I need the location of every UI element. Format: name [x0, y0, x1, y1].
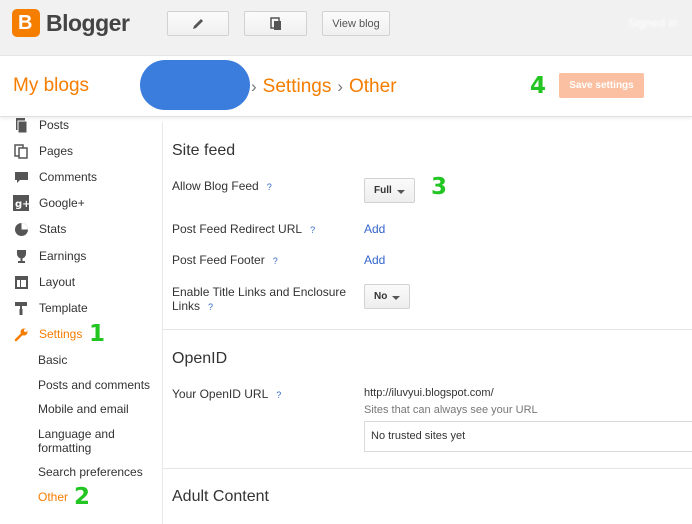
logo-letter: B: [18, 12, 33, 34]
annotation-4: 4: [530, 73, 547, 99]
sidebar-item-label: Template: [39, 301, 88, 315]
sidebar-item-label: Earnings: [39, 249, 87, 263]
allow-blog-feed-value: Full: [374, 185, 392, 196]
sidebar-item-label: Settings: [39, 327, 83, 341]
annotation-2: 2: [74, 484, 91, 510]
breadcrumb-other: Other: [349, 76, 397, 97]
breadcrumb: › Settings › Other: [245, 76, 397, 98]
google-plus-icon: g+: [12, 195, 30, 211]
breadcrumb-separator: ›: [251, 77, 257, 96]
subitem-search-preferences[interactable]: Search preferences: [38, 465, 143, 479]
enclosure-links-text: Enable Title Links and Enclosure Links: [172, 285, 347, 313]
enclosure-links-label: Enable Title Links and Enclosure Links?: [172, 285, 352, 314]
page-header: My blogs › Settings › Other 4 Save settings: [0, 57, 692, 117]
sidebar-item-settings[interactable]: Settings: [12, 323, 82, 345]
sidebar-item-layout[interactable]: Layout: [12, 271, 75, 293]
post-feed-redirect-label: Post Feed Redirect URL?: [172, 222, 315, 237]
pencil-icon: [193, 18, 203, 29]
trusted-sites-hint: Sites that can always see your URL: [364, 404, 538, 416]
post-feed-footer-text: Post Feed Footer: [172, 253, 265, 267]
sidebar-item-label: Comments: [39, 170, 98, 184]
section-title-openid: OpenID: [172, 350, 228, 367]
enclosure-links-value: No: [374, 291, 388, 302]
view-blog-label: View blog: [332, 17, 380, 30]
trusted-sites-box: No trusted sites yet: [364, 421, 692, 452]
top-bar: B Blogger View blog Signed in: [0, 0, 692, 56]
post-feed-redirect-text: Post Feed Redirect URL: [172, 222, 303, 236]
help-icon[interactable]: ?: [208, 302, 213, 312]
sidebar: Posts Pages Comments g+ Google+ Stats Ea…: [0, 117, 160, 524]
blogger-logo[interactable]: B Blogger: [12, 9, 130, 37]
posts-list-button[interactable]: [244, 11, 307, 36]
openid-url-label: Your OpenID URL?: [172, 387, 281, 402]
pie-chart-icon: [12, 221, 30, 237]
caret-down-icon: [397, 190, 405, 194]
section-title-adult-content: Adult Content: [172, 488, 269, 505]
openid-url-text: Your OpenID URL: [172, 387, 269, 401]
sidebar-item-posts[interactable]: Posts: [12, 114, 69, 136]
view-blog-button[interactable]: View blog: [322, 11, 390, 36]
help-icon[interactable]: ?: [273, 256, 278, 266]
wrench-icon: [12, 326, 30, 342]
divider: [163, 329, 692, 330]
allow-blog-feed-select[interactable]: Full: [364, 178, 415, 203]
subitem-other[interactable]: Other: [38, 490, 68, 504]
blogger-logo-icon: B: [12, 9, 40, 37]
comments-icon: [12, 169, 30, 185]
sidebar-item-stats[interactable]: Stats: [12, 218, 66, 240]
enclosure-links-select[interactable]: No: [364, 284, 410, 309]
subitem-mobile-and-email[interactable]: Mobile and email: [38, 402, 129, 416]
trusted-sites-text: No trusted sites yet: [371, 430, 466, 442]
subitem-language-and-formatting[interactable]: Language and formatting: [38, 427, 128, 455]
sidebar-item-earnings[interactable]: Earnings: [12, 245, 86, 267]
redacted-blog-name: [140, 60, 250, 110]
posts-icon: [12, 117, 30, 133]
subitem-basic[interactable]: Basic: [38, 353, 67, 367]
trophy-icon: [12, 248, 30, 264]
save-settings-button[interactable]: Save settings: [559, 73, 644, 98]
sidebar-item-label: Google+: [39, 196, 85, 210]
sidebar-item-label: Posts: [39, 118, 70, 132]
breadcrumb-settings[interactable]: Settings: [263, 76, 332, 97]
help-icon[interactable]: ?: [310, 225, 315, 235]
divider: [163, 468, 692, 469]
openid-url-value: http://iluvyui.blogspot.com/: [364, 387, 494, 399]
section-title-site-feed: Site feed: [172, 142, 236, 159]
add-footer-link[interactable]: Add: [364, 253, 385, 267]
settings-panel: Site feed Allow Blog Feed? Full 3 Post F…: [162, 122, 692, 524]
allow-blog-feed-label: Allow Blog Feed?: [172, 179, 272, 194]
user-name[interactable]: Signed in: [628, 16, 678, 30]
paint-roller-icon: [12, 300, 30, 316]
new-post-button[interactable]: [167, 11, 229, 36]
annotation-1: 1: [89, 321, 106, 347]
sidebar-item-label: Pages: [39, 144, 74, 158]
sidebar-item-pages[interactable]: Pages: [12, 140, 73, 162]
logo-text: Blogger: [46, 9, 130, 36]
pages-icon: [12, 143, 30, 159]
subitem-posts-and-comments[interactable]: Posts and comments: [38, 378, 150, 392]
add-redirect-link[interactable]: Add: [364, 222, 385, 236]
allow-blog-feed-text: Allow Blog Feed: [172, 179, 259, 193]
help-icon[interactable]: ?: [267, 182, 272, 192]
sidebar-item-label: Layout: [39, 275, 76, 289]
sidebar-item-google-plus[interactable]: g+ Google+: [12, 192, 85, 214]
layout-icon: [12, 274, 30, 290]
help-icon[interactable]: ?: [276, 390, 281, 400]
annotation-3: 3: [431, 174, 448, 200]
sidebar-item-template[interactable]: Template: [12, 297, 88, 319]
documents-icon: [269, 16, 281, 30]
post-feed-footer-label: Post Feed Footer?: [172, 253, 278, 268]
sidebar-item-label: Stats: [39, 222, 67, 236]
my-blogs-link[interactable]: My blogs: [13, 75, 89, 97]
breadcrumb-separator: ›: [337, 77, 343, 96]
svg-text:g+: g+: [15, 199, 29, 210]
sidebar-item-comments[interactable]: Comments: [12, 166, 97, 188]
caret-down-icon: [392, 296, 400, 300]
